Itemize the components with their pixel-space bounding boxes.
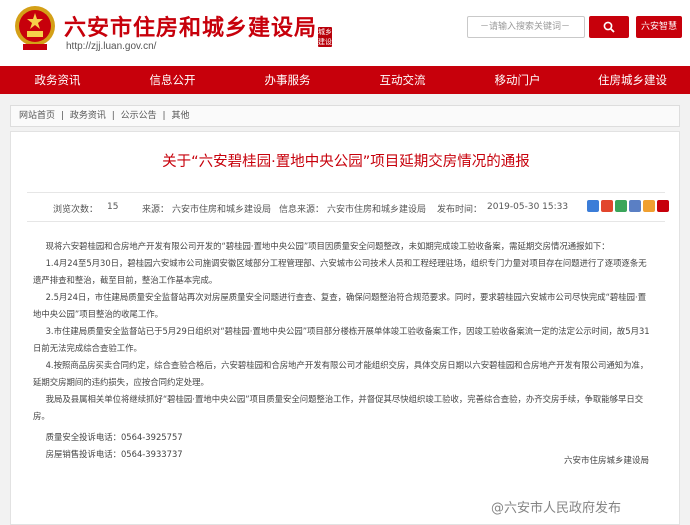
breadcrumb-other[interactable]: 其他 bbox=[171, 111, 189, 121]
share-qzone-icon[interactable] bbox=[587, 200, 599, 212]
main-nav: 政务资讯 信息公开 办事服务 互动交流 移动门户 住房城乡建设 bbox=[0, 66, 690, 94]
article-paragraph: 我局及县属相关单位将继续抓好“碧桂园·置地中央公园”项目质量安全问题整治工作，并… bbox=[33, 394, 644, 421]
nav-item-news[interactable]: 政务资讯 bbox=[0, 66, 115, 94]
phone-number: 0564-3925757 bbox=[120, 432, 183, 442]
article-paragraph: 4.按照商品房买卖合同约定，综合查验合格后，六安碧桂园和合房地产开发有限公司才能… bbox=[33, 360, 649, 387]
publish-label: 发布时间： bbox=[437, 205, 483, 215]
site-url[interactable]: http://zjj.luan.gov.cn/ bbox=[66, 41, 156, 52]
breadcrumb-home[interactable]: 网站首页 bbox=[19, 111, 55, 121]
nav-item-services[interactable]: 办事服务 bbox=[230, 66, 345, 94]
source-label: 来源： bbox=[142, 205, 170, 215]
search-icon bbox=[603, 21, 615, 33]
nav-item-disclosure[interactable]: 信息公开 bbox=[115, 66, 230, 94]
signature: 六安市住房城乡建设局 bbox=[564, 456, 650, 466]
article-body: 现将六安碧桂园和合房地产开发有限公司开发的“碧桂园·置地中央公园”项目因质量安全… bbox=[33, 238, 653, 463]
share-weibo-icon[interactable] bbox=[601, 200, 613, 212]
phone-line-sales: 房屋销售投诉电话：0564-3933737 bbox=[33, 446, 653, 463]
article-paragraph: 1.4月24至5月30日，碧桂园六安城市公司施调安徽区域部分工程管理部、六安城市… bbox=[33, 258, 647, 285]
info-source-label: 信息来源： bbox=[279, 205, 325, 215]
views-label: 浏览次数： bbox=[53, 205, 99, 215]
region-button[interactable]: 六安智慧 bbox=[636, 16, 682, 38]
breadcrumb-announcements[interactable]: 公示公告 bbox=[121, 111, 157, 121]
site-title[interactable]: 六安市住房和城乡建设局 bbox=[64, 10, 317, 42]
breadcrumb: 网站首页 | 政务资讯 | 公示公告 | 其他 bbox=[10, 105, 680, 127]
breadcrumb-separator: | bbox=[111, 111, 115, 121]
breadcrumb-separator: | bbox=[60, 111, 64, 121]
search-button[interactable] bbox=[589, 16, 629, 38]
nav-item-housing[interactable]: 住房城乡建设 bbox=[575, 66, 690, 94]
site-header: 六安市住房和城乡建设局 http://zjj.luan.gov.cn/ 城乡建设… bbox=[0, 0, 690, 66]
share-renren-icon[interactable] bbox=[643, 200, 655, 212]
article-paragraph: 2.5月24日，市住建局质量安全监督站再次对房屋质量安全问题进行查查、复查，确保… bbox=[33, 292, 647, 319]
views-count: 15 bbox=[107, 202, 119, 212]
share-wechat-icon[interactable] bbox=[615, 200, 627, 212]
share-icons bbox=[587, 200, 669, 212]
national-emblem-icon bbox=[15, 6, 55, 50]
article-paragraph: 现将六安碧桂园和合房地产开发有限公司开发的“碧桂园·置地中央公园”项目因质量安全… bbox=[45, 241, 610, 251]
share-douban-icon[interactable] bbox=[629, 200, 641, 212]
nav-item-mobile[interactable]: 移动门户 bbox=[460, 66, 575, 94]
article-title: 关于“六安碧桂园·置地中央公园”项目延期交房情况的通报 bbox=[162, 154, 530, 170]
publish-time: 2019-05-30 15:33 bbox=[487, 202, 569, 212]
breadcrumb-separator: | bbox=[162, 111, 166, 121]
source-value: 六安市住房和城乡建设局 bbox=[172, 205, 272, 215]
article-meta: 浏览次数： 15 来源： 六安市住房和城乡建设局 信息来源： 六安市住房和城乡建… bbox=[27, 192, 669, 222]
nav-item-interaction[interactable]: 互动交流 bbox=[345, 66, 460, 94]
share-more-icon[interactable] bbox=[657, 200, 669, 212]
phone-label: 质量安全投诉电话： bbox=[45, 432, 121, 442]
phone-number: 0564-3933737 bbox=[120, 449, 183, 459]
phone-line-quality: 质量安全投诉电话：0564-3925757 bbox=[33, 429, 653, 446]
search-input[interactable]: －请输入搜索关键词－ bbox=[467, 16, 585, 38]
breadcrumb-news[interactable]: 政务资讯 bbox=[70, 111, 106, 121]
article-paragraph: 3.市住建局质量安全监督站已于5月29日组织对“碧桂园·置地中央公园”项目部分楼… bbox=[33, 326, 650, 353]
article-panel: 关于“六安碧桂园·置地中央公园”项目延期交房情况的通报 浏览次数： 15 来源：… bbox=[10, 131, 680, 525]
calligraphy-seal-icon: 城乡建设 bbox=[318, 27, 332, 47]
phone-label: 房屋销售投诉电话： bbox=[45, 449, 121, 459]
info-source-value: 六安市住房和城乡建设局 bbox=[327, 205, 427, 215]
weibo-watermark: @六安市人民政府发布 bbox=[491, 501, 622, 516]
